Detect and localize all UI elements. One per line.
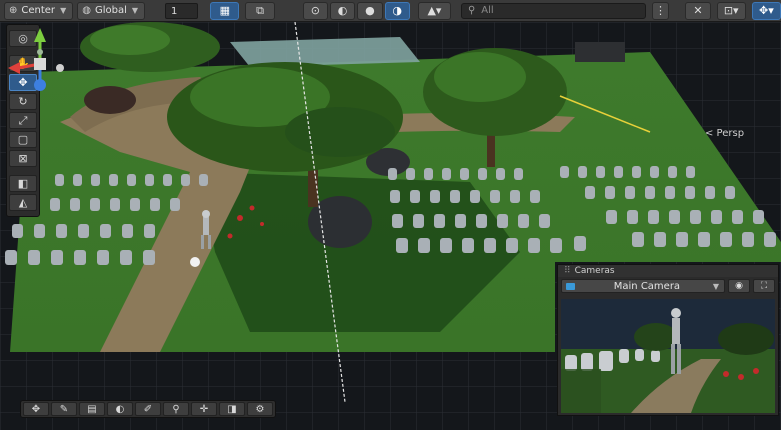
overlay-brush-button[interactable]: ✐ (135, 402, 161, 416)
scene-viewport[interactable]: ◎ ✋ ✥ ↻ ⤢ ▢ ⊠ ◧ ◭ < Persp ✥ ✎ ▤ ◐ ✐ ⚲ ✛ … (0, 22, 781, 430)
chevron-down-icon: ▼ (131, 6, 139, 15)
layers-icon: ◨ (227, 403, 237, 415)
rect-tool-button[interactable]: ▢ (9, 131, 37, 148)
effects-icon: ● (365, 4, 375, 17)
pivot-mode-label: Center (21, 5, 56, 16)
scene-toolbar: ⊕ Center ▼ ◍ Global ▼ 1 ▦ ⧉ ⊙ ◐ ● ◑ ▲▾ ⚲… (0, 0, 781, 22)
global-icon: ◍ (82, 5, 91, 16)
projection-toggle[interactable]: < Persp (705, 128, 744, 139)
draw-mode-button[interactable]: ◑ (384, 1, 410, 20)
unity-scene-editor: ⊕ Center ▼ ◍ Global ▼ 1 ▦ ⧉ ⊙ ◐ ● ◑ ▲▾ ⚲… (0, 0, 781, 430)
scale-icon: ⤢ (18, 113, 28, 127)
search-options-button[interactable]: ⋮ (651, 1, 670, 20)
gizmo-y-axis (34, 28, 46, 42)
tools-icon: ✕ (693, 4, 703, 17)
paint-icon: ✎ (59, 403, 69, 415)
center-icon: ⊕ (9, 5, 18, 16)
camera-select-dropdown[interactable]: Main Camera ▼ (561, 279, 725, 293)
overlay-move-button[interactable]: ✥ (23, 402, 49, 416)
gizmo-x-axis (8, 62, 20, 74)
camera-expand-button[interactable]: ⛶ (753, 279, 775, 293)
zoom-icon: ⚲ (172, 403, 180, 415)
audio-toggle-button[interactable]: ◐ (329, 1, 356, 20)
overlay-rotate-button[interactable]: ◐ (107, 402, 133, 416)
grid-icon: ▦ (219, 4, 231, 17)
pivot-space-label: Global (94, 5, 127, 16)
overlay-layers-button[interactable]: ◨ (219, 402, 245, 416)
overlay-toolbar: ✥ ✎ ▤ ◐ ✐ ⚲ ✛ ◨ ⚙ (20, 400, 276, 418)
settings-icon: ⚙ (255, 403, 265, 415)
brush-icon: ✐ (143, 403, 153, 415)
more-icon: ⋮ (655, 4, 667, 17)
scene-visibility-icon: ▲▾ (427, 4, 442, 17)
transform-tool-button[interactable]: ⊠ (9, 150, 37, 167)
tools-button[interactable]: ✕ (685, 1, 711, 20)
search-icon: ⚲ (467, 5, 476, 16)
pivot-space-dropdown[interactable]: ◍ Global ▼ (77, 1, 146, 20)
search-placeholder: All (481, 5, 494, 16)
orientation-gizmo[interactable] (0, 22, 80, 112)
rotate-icon: ◐ (115, 403, 125, 415)
grid-size-field[interactable]: 1 (165, 2, 199, 19)
camera-icon: ⊡▾ (723, 4, 739, 17)
expand-icon: ⛶ (760, 281, 768, 291)
gizmos-button[interactable]: ✥▾ (751, 1, 781, 20)
grid-toggle-button[interactable]: ▦ (210, 1, 240, 20)
drag-handle-icon: ⠿ (564, 266, 571, 276)
tiles-icon: ▤ (87, 403, 97, 415)
selected-camera-label: Main Camera (613, 280, 681, 292)
transform-icon: ⊠ (18, 152, 28, 165)
effects-toggle-button[interactable]: ● (357, 1, 383, 20)
camera-preview (561, 299, 775, 413)
custom-tool-icon: ◧ (17, 177, 29, 190)
audio-icon: ◐ (337, 4, 348, 17)
scene-visibility-button[interactable]: ▲▾ (417, 1, 451, 20)
move-icon: ✥ (31, 403, 41, 415)
scale-tool-button[interactable]: ⤢ (9, 112, 37, 129)
cameras-overlay-header[interactable]: ⠿ Cameras (558, 265, 778, 277)
gizmo-z-axis (34, 79, 46, 91)
overlay-settings-button[interactable]: ⚙ (247, 402, 273, 416)
light-icon: ⊙ (310, 4, 320, 17)
lighting-toggle-button[interactable]: ⊙ (302, 1, 328, 20)
chevron-down-icon: ▼ (712, 281, 719, 291)
overlay-paint-button[interactable]: ✎ (51, 402, 77, 416)
snap-icon: ⧉ (256, 3, 264, 17)
pivot-mode-dropdown[interactable]: ⊕ Center ▼ (4, 1, 74, 20)
cameras-overlay: ⠿ Cameras Main Camera ▼ ◉ ⛶ (557, 264, 779, 416)
terrain-icon: ◭ (18, 196, 28, 209)
chevron-down-icon: ▼ (60, 6, 67, 15)
rect-icon: ▢ (17, 133, 29, 146)
camera-options-icon: ◉ (735, 281, 743, 291)
draw-mode-icon: ◑ (392, 4, 403, 17)
camera-icon (566, 282, 575, 290)
custom-editor-tool-button[interactable]: ◧ (9, 175, 37, 192)
overlay-crosshair-button[interactable]: ✛ (191, 402, 217, 416)
crosshair-icon: ✛ (199, 403, 209, 415)
overlay-tiles-button[interactable]: ▤ (79, 402, 105, 416)
camera-settings-button[interactable]: ⊡▾ (716, 1, 746, 20)
cameras-title: Cameras (574, 266, 615, 276)
gizmos-icon: ✥▾ (759, 4, 774, 17)
overlay-zoom-button[interactable]: ⚲ (163, 402, 189, 416)
scene-search-input[interactable]: ⚲ All (460, 2, 646, 19)
custom-tool-2-button[interactable]: ◭ (9, 194, 37, 211)
camera-settings-button[interactable]: ◉ (728, 279, 750, 293)
snap-toggle-button[interactable]: ⧉ (245, 1, 275, 20)
tree-canopy-left (80, 22, 220, 72)
